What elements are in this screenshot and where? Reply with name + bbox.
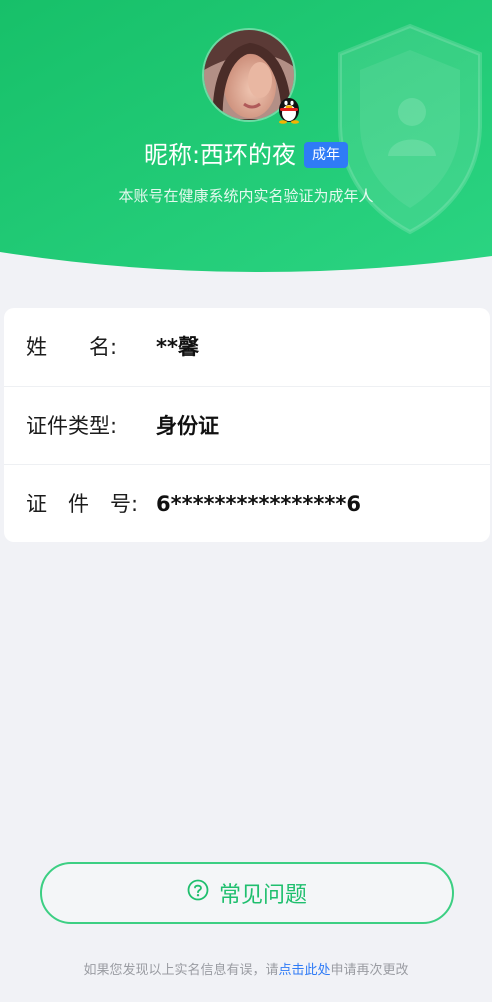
name-label: 姓 名: [26,335,118,359]
question-circle-icon [187,879,209,907]
nickname: 西环的夜 [200,141,297,169]
edit-link[interactable]: 点击此处 [278,963,330,978]
faq-label: 常见问题 [218,883,307,908]
identity-card: 姓 名: **馨 证件类型: 身份证 证 件 号: 6*************… [4,308,490,542]
name-row: 姓 名: **馨 [4,308,490,386]
id-number-value: 6****************6 [156,492,361,516]
footer-note: 如果您发现以上实名信息有误，请点击此处申请再次更改 [0,962,492,980]
footer-suffix: 申请再次更改 [330,963,409,978]
shield-user-icon [338,23,482,235]
id-number-label: 证 件 号: [26,492,139,516]
faq-button[interactable]: 常见问题 [40,862,454,924]
verification-subtitle: 本账号在健康系统内实名验证为成年人 [118,187,374,205]
id-type-label: 证件类型: [26,414,118,438]
nickname-row: 昵称: 西环的夜 成年 [0,138,492,171]
name-value: **馨 [156,335,199,359]
id-number-row: 证 件 号: 6****************6 [4,464,490,542]
adult-badge: 成年 [304,142,349,168]
nickname-label: 昵称: [143,141,201,169]
qq-penguin-icon [279,98,299,124]
footer-prefix: 如果您发现以上实名信息有误，请 [83,963,279,978]
id-type-value: 身份证 [156,414,219,438]
id-type-row: 证件类型: 身份证 [4,386,490,465]
header-banner: 昵称: 西环的夜 成年 本账号在健康系统内实名验证为成年人 [0,0,492,278]
